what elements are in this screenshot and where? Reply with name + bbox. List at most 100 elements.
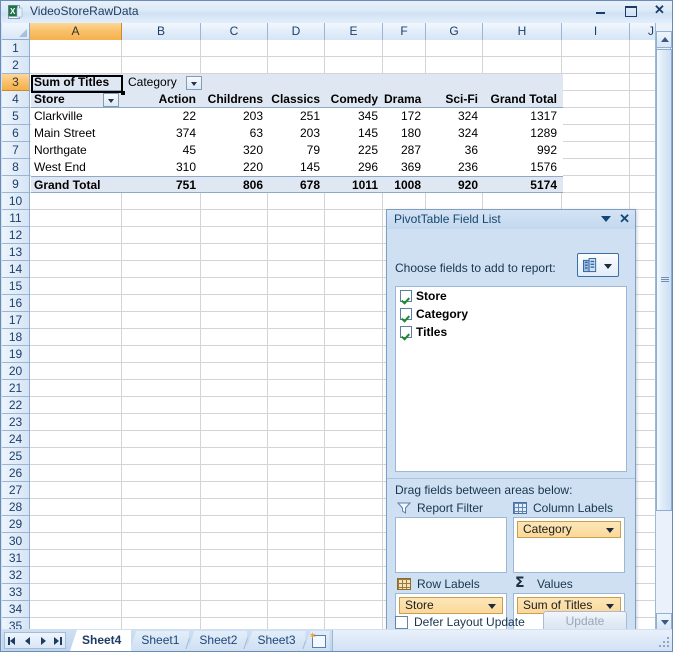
row-header-30[interactable]: 30 (2, 533, 29, 550)
store-filter-dropdown-button[interactable] (103, 93, 119, 107)
next-sheet-button[interactable] (37, 635, 49, 646)
scroll-down-button[interactable] (656, 613, 672, 630)
pivot-column-header-action[interactable]: Action (123, 91, 202, 108)
pivot-column-header-childrens[interactable]: Childrens (202, 91, 269, 108)
scrollbar-thumb[interactable] (656, 49, 672, 511)
pivot-value-cell[interactable]: 180 (384, 125, 427, 142)
pivot-value-cell[interactable]: 324 (427, 125, 484, 142)
row-header-2[interactable]: 2 (2, 57, 29, 74)
row-header-10[interactable]: 10 (2, 193, 29, 210)
sheet-tab-sheet1[interactable]: Sheet1 (129, 631, 190, 651)
horizontal-scrollbar[interactable] (332, 630, 672, 651)
defer-layout-update-checkbox[interactable] (395, 615, 408, 629)
resize-grip-icon[interactable] (659, 637, 671, 649)
row-header-21[interactable]: 21 (2, 380, 29, 397)
row-header-22[interactable]: 22 (2, 397, 29, 414)
row-header-24[interactable]: 24 (2, 431, 29, 448)
pivot-row-total-cell[interactable]: 1317 (484, 108, 563, 125)
row-header-1[interactable]: 1 (2, 40, 29, 57)
row-header-4[interactable]: 4 (2, 91, 29, 108)
column-header-e[interactable]: E (325, 23, 383, 40)
pivot-grand-total-sum[interactable]: 5174 (484, 176, 563, 193)
minimize-button[interactable] (593, 3, 610, 18)
row-header-3[interactable]: 3 (2, 74, 29, 91)
pivot-grand-total-cell[interactable]: 678 (269, 176, 326, 193)
row-header-23[interactable]: 23 (2, 414, 29, 431)
row-header-12[interactable]: 12 (2, 227, 29, 244)
select-all-corner[interactable] (2, 23, 30, 40)
row-header-15[interactable]: 15 (2, 278, 29, 295)
row-header-33[interactable]: 33 (2, 584, 29, 601)
pivot-value-cell[interactable]: 236 (427, 159, 484, 176)
scroll-up-button[interactable] (656, 31, 672, 48)
pivot-value-cell[interactable]: 251 (269, 108, 326, 125)
pivot-column-field-label[interactable]: Category (125, 74, 195, 91)
pivot-value-cell[interactable]: 36 (427, 142, 484, 159)
pivot-grand-total-cell[interactable]: 920 (427, 176, 484, 193)
pivot-value-cell[interactable]: 287 (384, 142, 427, 159)
row-header-7[interactable]: 7 (2, 142, 29, 159)
field-list-item[interactable]: Category (396, 305, 626, 323)
report-filter-dropzone[interactable] (395, 517, 507, 573)
maximize-button[interactable] (622, 3, 639, 18)
row-header-13[interactable]: 13 (2, 244, 29, 261)
column-header-b[interactable]: B (122, 23, 201, 40)
pivot-value-header[interactable]: Sum of Titles (31, 74, 123, 91)
close-icon[interactable]: ✕ (651, 3, 668, 18)
pivot-row-total-cell[interactable]: 1576 (484, 159, 563, 176)
fill-handle[interactable] (121, 91, 125, 95)
row-header-5[interactable]: 5 (2, 108, 29, 125)
insert-worksheet-button[interactable]: ✶ (303, 631, 330, 651)
chevron-down-icon[interactable] (601, 216, 611, 222)
pivot-value-cell[interactable]: 203 (202, 108, 269, 125)
column-header-f[interactable]: F (383, 23, 426, 40)
vertical-scrollbar[interactable] (655, 23, 672, 630)
previous-sheet-button[interactable] (22, 635, 34, 646)
pivot-value-cell[interactable]: 145 (269, 159, 326, 176)
close-icon[interactable]: ✕ (619, 211, 630, 227)
pivot-value-cell[interactable]: 310 (123, 159, 202, 176)
row-header-14[interactable]: 14 (2, 261, 29, 278)
pivot-value-cell[interactable]: 374 (123, 125, 202, 142)
row-header-25[interactable]: 25 (2, 448, 29, 465)
row-header-18[interactable]: 18 (2, 329, 29, 346)
field-checkbox[interactable] (400, 326, 412, 338)
pivot-column-header-sci-fi[interactable]: Sci-Fi (427, 91, 484, 108)
pivot-row-total-cell[interactable]: 992 (484, 142, 563, 159)
pivot-value-cell[interactable]: 320 (202, 142, 269, 159)
pivot-row-label[interactable]: Clarkville (31, 108, 123, 125)
pivot-value-cell[interactable]: 145 (326, 125, 384, 142)
pivot-value-cell[interactable]: 296 (326, 159, 384, 176)
row-header-31[interactable]: 31 (2, 550, 29, 567)
pivot-column-header-grand-total[interactable]: Grand Total (484, 91, 563, 108)
pivot-grand-total-cell[interactable]: 751 (123, 176, 202, 193)
field-checkbox[interactable] (400, 308, 412, 320)
column-labels-dropzone[interactable]: Category (513, 517, 625, 573)
field-list-view-button[interactable] (577, 253, 619, 277)
row-header-9[interactable]: 9 (2, 176, 29, 193)
category-filter-dropdown-button[interactable] (186, 76, 202, 90)
sheet-tab-sheet3[interactable]: Sheet3 (245, 631, 306, 651)
pivot-column-header-drama[interactable]: Drama (384, 91, 427, 108)
pivot-grand-total-label[interactable]: Grand Total (31, 176, 123, 193)
field-chip-category[interactable]: Category (517, 521, 621, 538)
field-list-item[interactable]: Store (396, 287, 626, 305)
column-header-d[interactable]: D (268, 23, 325, 40)
row-header-29[interactable]: 29 (2, 516, 29, 533)
row-header-34[interactable]: 34 (2, 601, 29, 618)
pivot-value-cell[interactable]: 324 (427, 108, 484, 125)
row-header-6[interactable]: 6 (2, 125, 29, 142)
pivot-value-cell[interactable]: 345 (326, 108, 384, 125)
first-sheet-button[interactable] (7, 635, 19, 646)
pivot-row-label[interactable]: West End (31, 159, 123, 176)
row-header-32[interactable]: 32 (2, 567, 29, 584)
field-list-item[interactable]: Titles (396, 323, 626, 341)
field-checkbox[interactable] (400, 290, 412, 302)
column-header-h[interactable]: H (483, 23, 562, 40)
pivot-value-cell[interactable]: 220 (202, 159, 269, 176)
row-header-27[interactable]: 27 (2, 482, 29, 499)
column-header-i[interactable]: I (562, 23, 630, 40)
sheet-tab-sheet4[interactable]: Sheet4 (70, 630, 132, 651)
pivot-grand-total-cell[interactable]: 1008 (384, 176, 427, 193)
pivot-value-cell[interactable]: 203 (269, 125, 326, 142)
